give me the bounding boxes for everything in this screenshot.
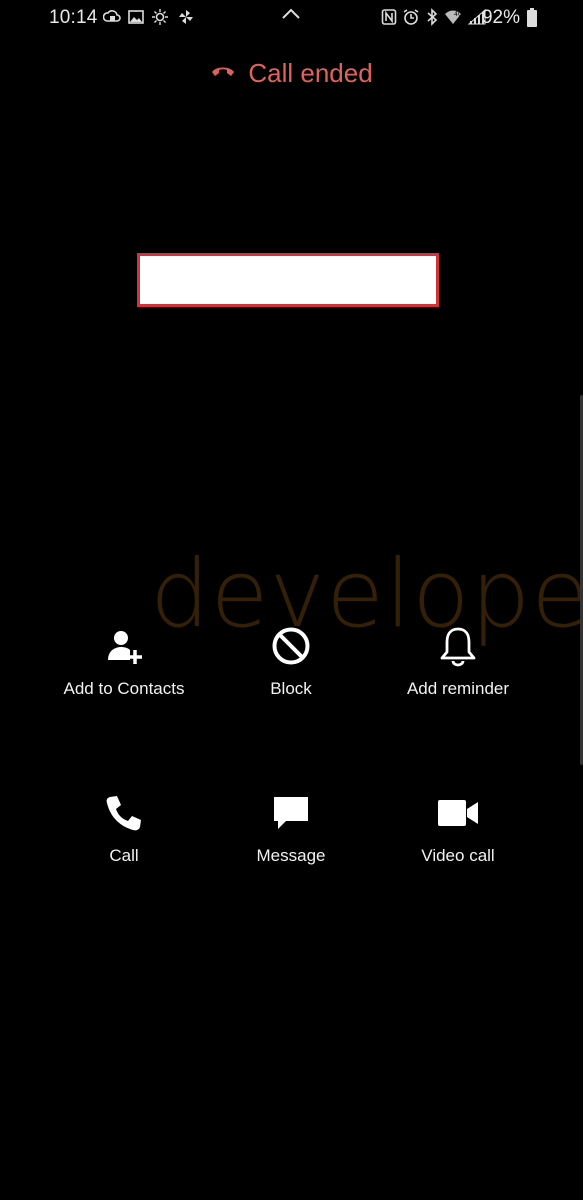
hang-up-icon: [210, 63, 236, 84]
nfc-icon: [381, 8, 397, 26]
message-label: Message: [256, 846, 326, 865]
cloud-sync-icon: [103, 8, 121, 26]
phone-icon: [104, 793, 144, 838]
call-ended-label: Call ended: [248, 58, 373, 88]
video-call-label: Video call: [421, 846, 495, 865]
bluetooth-icon: [425, 8, 439, 26]
video-camera-icon: [437, 797, 479, 834]
call-ended-screen: 10:14 4G 92% Call ended develope Add to …: [0, 0, 583, 1200]
add-reminder-label: Add reminder: [406, 679, 510, 698]
status-time: 10:14: [49, 7, 98, 28]
gallery-icon: [127, 8, 145, 26]
status-bar: 10:14 4G 92%: [0, 0, 583, 36]
block-icon: [271, 626, 311, 671]
wifi-icon: 4G: [444, 8, 462, 26]
expand-notifications-icon[interactable]: [280, 6, 302, 27]
pinwheel-icon: [177, 8, 195, 26]
block-label: Block: [270, 679, 312, 698]
status-right-icons: 4G: [381, 8, 487, 26]
add-contact-icon: [104, 626, 144, 671]
add-to-contacts-button[interactable]: Add to Contacts: [39, 625, 209, 699]
message-icon: [271, 793, 311, 838]
add-to-contacts-label: Add to Contacts: [63, 679, 185, 698]
call-status: Call ended: [0, 58, 583, 89]
call-label: Call: [109, 846, 139, 865]
block-button[interactable]: Block: [206, 625, 376, 699]
video-call-button[interactable]: Video call: [373, 792, 543, 866]
alarm-icon: [402, 8, 420, 26]
call-button[interactable]: Call: [39, 792, 209, 866]
battery-icon: [526, 8, 538, 33]
bell-icon: [438, 625, 478, 672]
battery-percent: 92%: [481, 7, 520, 28]
message-button[interactable]: Message: [206, 792, 376, 866]
status-left-icons: [103, 8, 195, 26]
add-reminder-button[interactable]: Add reminder: [373, 625, 543, 699]
svg-text:4G: 4G: [454, 11, 462, 18]
caller-name-redacted: [137, 253, 439, 307]
weather-icon: [151, 8, 171, 26]
